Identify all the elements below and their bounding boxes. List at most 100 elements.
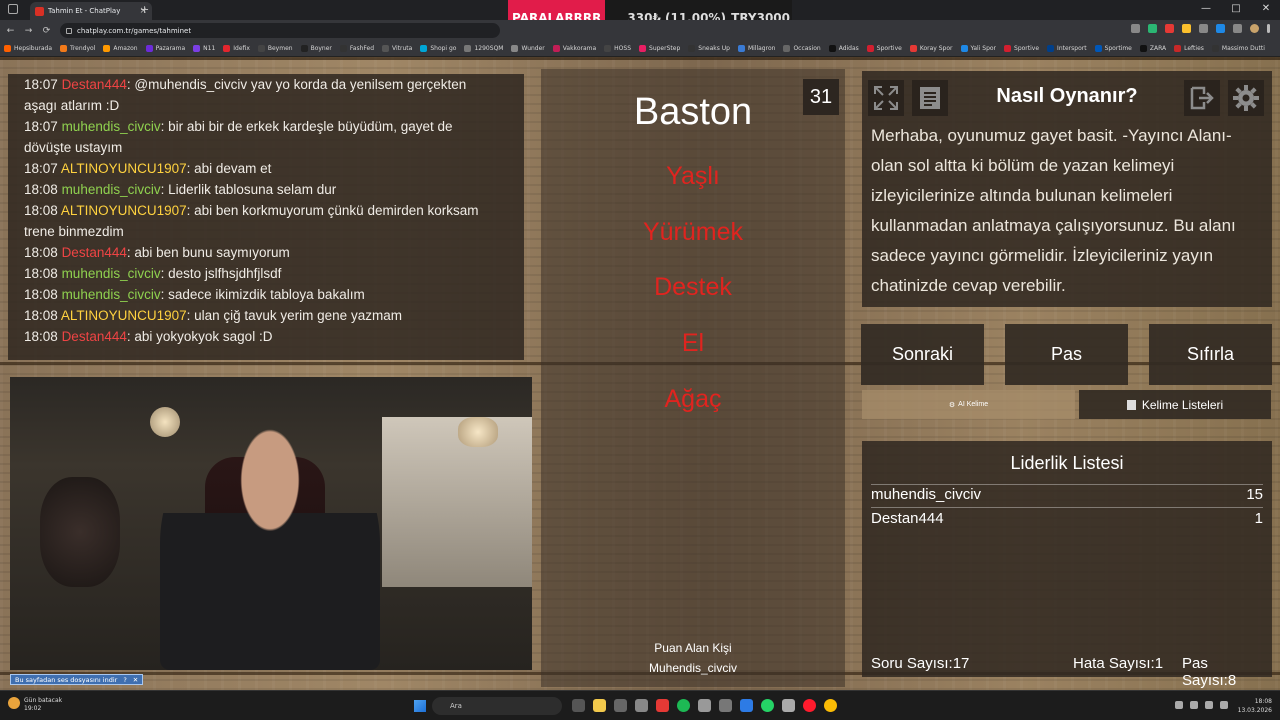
extension-icon[interactable]: [1165, 24, 1174, 33]
bookmark-item[interactable]: Idefix: [223, 45, 250, 52]
close-window-button[interactable]: ✕: [1260, 3, 1272, 14]
wifi-icon[interactable]: [1190, 701, 1198, 709]
extension-icon[interactable]: [1148, 24, 1157, 33]
exit-icon[interactable]: [1184, 80, 1220, 116]
new-tab-button[interactable]: +: [140, 3, 149, 16]
chat-text: : bir abi bir de erkek kardeşle büyüdüm,…: [160, 119, 453, 134]
extension-icon[interactable]: [1182, 24, 1191, 33]
browser-menu-icon[interactable]: [1267, 24, 1270, 33]
error-count: Hata Sayısı:1: [1073, 655, 1164, 672]
download-label[interactable]: Bu sayfadan ses dosyasını indir: [15, 676, 117, 684]
bookmark-item[interactable]: Occasion: [783, 45, 821, 52]
ai-word-button[interactable]: ⚙ AI Kelime: [862, 390, 1075, 419]
bookmark-item[interactable]: Boyner: [300, 45, 332, 52]
chrome-icon[interactable]: [824, 699, 837, 712]
extension-icon[interactable]: [1199, 24, 1208, 33]
word-lists-button[interactable]: Kelime Listeleri: [1079, 390, 1271, 419]
back-button[interactable]: ←: [3, 26, 18, 36]
opera-icon[interactable]: [803, 699, 816, 712]
next-button[interactable]: Sonraki: [861, 324, 984, 385]
app-icon[interactable]: [572, 699, 585, 712]
chat-username[interactable]: ALTINOYUNCU1907: [61, 203, 187, 218]
bookmark-favicon-icon: [193, 45, 201, 52]
chat-username[interactable]: muhendis_civciv: [62, 182, 161, 197]
reset-button[interactable]: Sıfırla: [1149, 324, 1272, 385]
system-clock[interactable]: 18:08 13.03.2026: [1238, 697, 1272, 715]
bookmark-item[interactable]: Vakkorama: [552, 45, 596, 52]
extensions-puzzle-icon[interactable]: [1233, 24, 1242, 33]
chat-username[interactable]: muhendis_civciv: [62, 287, 161, 302]
folder-icon[interactable]: [593, 699, 606, 712]
app-icon[interactable]: [698, 699, 711, 712]
bookmark-item[interactable]: HOSS: [604, 45, 631, 52]
chat-timestamp: 18:08: [24, 203, 58, 218]
app-icon[interactable]: [740, 699, 753, 712]
tab-search-icon[interactable]: [8, 4, 18, 14]
settings-gear-icon[interactable]: [1228, 80, 1264, 116]
bookmark-item[interactable]: Amazon: [103, 45, 138, 52]
spotify-icon[interactable]: [677, 699, 690, 712]
audio-download-bar[interactable]: Bu sayfadan ses dosyasını indir ? ✕: [10, 674, 144, 685]
bookmark-item[interactable]: Vitruta: [382, 45, 412, 52]
browser-tab[interactable]: Tahmin Et - ChatPlay ×: [30, 2, 152, 20]
bookmark-item[interactable]: Shopi go: [420, 45, 456, 52]
bookmark-item[interactable]: Sneaks Up: [688, 45, 730, 52]
windows-start-icon[interactable]: [414, 700, 426, 712]
bookmark-item[interactable]: 1290SQM: [464, 45, 503, 52]
bookmark-item[interactable]: Sportive: [1004, 45, 1039, 52]
app-icon[interactable]: [635, 699, 648, 712]
bookmark-item[interactable]: Beymen: [257, 45, 293, 52]
forward-button[interactable]: →: [21, 26, 36, 36]
app-icon[interactable]: [614, 699, 627, 712]
app-icon[interactable]: [656, 699, 669, 712]
bookmark-item[interactable]: FashFed: [339, 45, 374, 52]
app-icon[interactable]: [782, 699, 795, 712]
chat-username[interactable]: Destan444: [62, 245, 127, 260]
url-field[interactable]: chatplay.com.tr/games/tahminet: [60, 23, 500, 38]
bookmark-item[interactable]: ZARA: [1139, 45, 1166, 52]
bookmark-item[interactable]: Yali Spor: [960, 45, 996, 52]
bookmark-item[interactable]: Sportime: [1094, 45, 1132, 52]
bookmark-item[interactable]: Hepsiburada: [4, 45, 52, 52]
bookmark-favicon-icon: [866, 45, 874, 52]
chat-timestamp: 18:08: [24, 245, 58, 260]
extension-icon[interactable]: [1131, 24, 1140, 33]
chat-username[interactable]: Destan444: [62, 329, 127, 344]
profile-avatar[interactable]: [1250, 24, 1259, 33]
bookmark-item[interactable]: Wunder: [511, 45, 545, 52]
bookmark-label: Koray Spor: [919, 45, 953, 52]
bookmark-item[interactable]: Lefties: [1174, 45, 1204, 52]
help-icon[interactable]: ?: [123, 676, 126, 684]
bookmark-item[interactable]: Pazarama: [145, 45, 185, 52]
weather-widget[interactable]: Gün batacak 19:02: [8, 697, 62, 713]
word-card: 31 Baston Yaşlı Yürümek Destek El Ağaç P…: [541, 69, 845, 687]
bookmark-favicon-icon: [828, 45, 836, 52]
bookmark-item[interactable]: Sportive: [866, 45, 902, 52]
reload-button[interactable]: ⟳: [39, 26, 54, 36]
bookmark-item[interactable]: Koray Spor: [909, 45, 953, 52]
battery-icon[interactable]: [1220, 701, 1228, 709]
whatsapp-icon[interactable]: [761, 699, 774, 712]
bookmark-item[interactable]: Intersport: [1047, 45, 1087, 52]
tray-icon[interactable]: [1175, 701, 1183, 709]
volume-icon[interactable]: [1205, 701, 1213, 709]
pass-button[interactable]: Pas: [1005, 324, 1128, 385]
chat-username[interactable]: muhendis_civciv: [62, 119, 161, 134]
minimize-button[interactable]: —: [1200, 3, 1212, 14]
chat-username[interactable]: ALTINOYUNCU1907: [61, 308, 187, 323]
close-icon[interactable]: ✕: [133, 676, 138, 684]
bookmark-item[interactable]: Trendyol: [60, 45, 95, 52]
bookmark-item[interactable]: Millagron: [737, 45, 775, 52]
bookmark-item[interactable]: N11: [193, 45, 215, 52]
bookmark-item[interactable]: SuperStep: [639, 45, 680, 52]
bookmark-item[interactable]: Adidas: [828, 45, 859, 52]
maximize-button[interactable]: □: [1230, 3, 1242, 14]
chat-username[interactable]: Destan444: [62, 77, 127, 92]
taskbar-search[interactable]: Ara: [432, 697, 562, 715]
chat-username[interactable]: muhendis_civciv: [62, 266, 161, 281]
chat-username[interactable]: ALTINOYUNCU1907: [61, 161, 187, 176]
settings-icon[interactable]: [719, 699, 732, 712]
bookmark-item[interactable]: Massimo Dutti: [1211, 45, 1265, 52]
extension-icon[interactable]: [1216, 24, 1225, 33]
site-info-icon[interactable]: [66, 27, 72, 34]
